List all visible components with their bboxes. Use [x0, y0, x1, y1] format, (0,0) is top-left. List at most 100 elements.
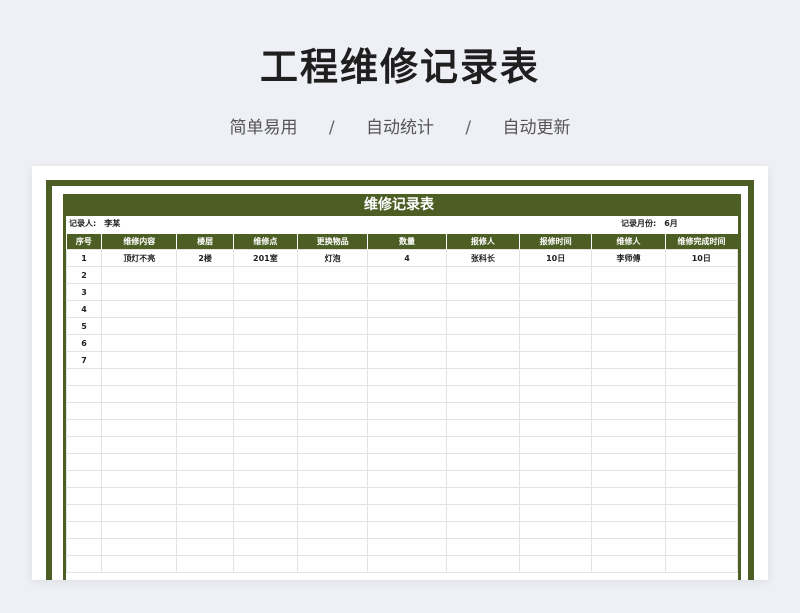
table-cell[interactable]: 李师傅	[591, 249, 666, 267]
table-cell[interactable]	[101, 521, 178, 539]
table-cell[interactable]	[101, 538, 178, 556]
table-cell[interactable]	[232, 283, 299, 301]
table-cell[interactable]	[664, 402, 739, 420]
table-cell[interactable]	[297, 283, 369, 301]
table-cell[interactable]	[65, 470, 103, 488]
table-cell[interactable]	[367, 283, 447, 301]
table-cell[interactable]	[101, 436, 178, 454]
table-cell[interactable]	[591, 555, 666, 573]
table-cell[interactable]	[591, 436, 666, 454]
table-cell[interactable]	[367, 317, 447, 335]
table-cell[interactable]	[232, 470, 299, 488]
table-cell[interactable]	[101, 419, 178, 437]
table-cell[interactable]	[297, 351, 369, 369]
table-cell[interactable]	[232, 385, 299, 403]
table-cell[interactable]	[176, 300, 234, 318]
table-cell[interactable]: 3	[65, 283, 103, 301]
table-cell[interactable]	[664, 521, 739, 539]
table-cell[interactable]	[176, 504, 234, 522]
table-cell[interactable]	[591, 538, 666, 556]
table-cell[interactable]	[518, 300, 593, 318]
table-cell[interactable]	[591, 283, 666, 301]
table-cell[interactable]	[65, 419, 103, 437]
table-cell[interactable]	[367, 402, 447, 420]
table-cell[interactable]	[101, 317, 178, 335]
table-cell[interactable]	[232, 436, 299, 454]
table-cell[interactable]	[297, 317, 369, 335]
table-cell[interactable]	[591, 521, 666, 539]
table-cell[interactable]	[176, 487, 234, 505]
table-cell[interactable]	[591, 368, 666, 386]
table-cell[interactable]	[445, 538, 520, 556]
table-cell[interactable]	[518, 334, 593, 352]
table-cell[interactable]: 2楼	[176, 249, 234, 267]
table-cell[interactable]	[65, 538, 103, 556]
table-cell[interactable]	[232, 538, 299, 556]
table-cell[interactable]	[591, 300, 666, 318]
table-cell[interactable]	[664, 317, 739, 335]
table-cell[interactable]	[518, 368, 593, 386]
table-cell[interactable]	[232, 266, 299, 284]
table-cell[interactable]	[232, 368, 299, 386]
table-cell[interactable]	[65, 555, 103, 573]
table-cell[interactable]	[65, 402, 103, 420]
table-cell[interactable]	[664, 470, 739, 488]
table-cell[interactable]: 2	[65, 266, 103, 284]
table-cell[interactable]	[518, 470, 593, 488]
table-cell[interactable]	[518, 538, 593, 556]
table-cell[interactable]	[65, 368, 103, 386]
table-cell[interactable]	[297, 334, 369, 352]
table-cell[interactable]	[367, 470, 447, 488]
table-cell[interactable]	[176, 555, 234, 573]
table-cell[interactable]	[445, 317, 520, 335]
table-cell[interactable]	[664, 334, 739, 352]
table-cell[interactable]	[664, 283, 739, 301]
table-cell[interactable]	[445, 334, 520, 352]
table-cell[interactable]	[232, 521, 299, 539]
table-cell[interactable]	[176, 419, 234, 437]
table-cell[interactable]	[445, 470, 520, 488]
table-cell[interactable]: 5	[65, 317, 103, 335]
table-cell[interactable]	[445, 521, 520, 539]
table-cell[interactable]	[664, 266, 739, 284]
table-cell[interactable]	[367, 521, 447, 539]
table-cell[interactable]	[176, 470, 234, 488]
table-cell[interactable]	[297, 402, 369, 420]
table-cell[interactable]	[176, 334, 234, 352]
table-cell[interactable]	[101, 351, 178, 369]
table-cell[interactable]	[297, 487, 369, 505]
table-cell[interactable]: 灯泡	[297, 249, 369, 267]
table-cell[interactable]: 4	[367, 249, 447, 267]
table-cell[interactable]	[65, 504, 103, 522]
table-cell[interactable]	[232, 334, 299, 352]
table-cell[interactable]	[445, 300, 520, 318]
table-cell[interactable]: 10日	[664, 249, 739, 267]
table-cell[interactable]	[297, 436, 369, 454]
table-cell[interactable]	[367, 334, 447, 352]
table-cell[interactable]	[101, 368, 178, 386]
table-cell[interactable]	[65, 385, 103, 403]
table-cell[interactable]	[445, 453, 520, 471]
table-cell[interactable]	[367, 453, 447, 471]
table-cell[interactable]: 顶灯不亮	[101, 249, 178, 267]
table-cell[interactable]	[232, 453, 299, 471]
table-cell[interactable]	[101, 283, 178, 301]
table-cell[interactable]	[445, 504, 520, 522]
table-cell[interactable]	[518, 436, 593, 454]
table-cell[interactable]	[65, 453, 103, 471]
table-cell[interactable]	[367, 300, 447, 318]
table-cell[interactable]	[367, 504, 447, 522]
table-cell[interactable]	[367, 368, 447, 386]
table-cell[interactable]	[445, 419, 520, 437]
table-cell[interactable]	[518, 266, 593, 284]
table-cell[interactable]: 1	[65, 249, 103, 267]
table-cell[interactable]	[445, 402, 520, 420]
table-cell[interactable]	[367, 419, 447, 437]
table-cell[interactable]: 201室	[232, 249, 299, 267]
table-cell[interactable]	[591, 351, 666, 369]
table-cell[interactable]	[445, 283, 520, 301]
table-cell[interactable]	[176, 385, 234, 403]
table-cell[interactable]	[518, 317, 593, 335]
table-cell[interactable]	[297, 470, 369, 488]
table-cell[interactable]	[297, 419, 369, 437]
